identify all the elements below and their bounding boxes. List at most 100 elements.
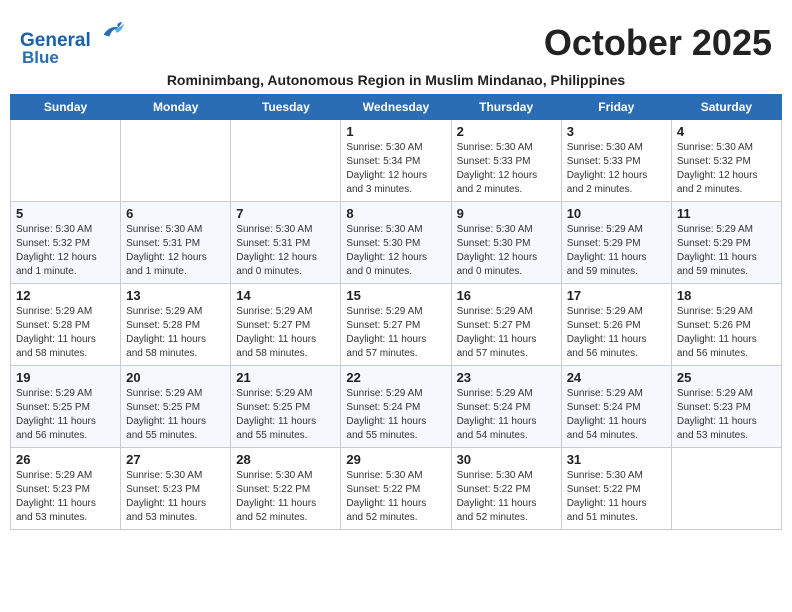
calendar-cell xyxy=(671,447,781,529)
calendar-cell: 27Sunrise: 5:30 AMSunset: 5:23 PMDayligh… xyxy=(121,447,231,529)
day-info: Sunrise: 5:29 AMSunset: 5:24 PMDaylight:… xyxy=(346,387,445,443)
day-info: Sunrise: 5:29 AMSunset: 5:29 PMDaylight:… xyxy=(567,223,666,279)
day-info: Sunrise: 5:30 AMSunset: 5:33 PMDaylight:… xyxy=(567,141,666,197)
calendar-cell: 4 Sunrise: 5:30 AMSunset: 5:32 PMDaylight… xyxy=(671,119,781,201)
days-of-week-row: SundayMondayTuesdayWednesdayThursdayFrid… xyxy=(11,94,782,119)
day-number: 15 xyxy=(346,288,445,303)
day-info: Sunrise: 5:30 AMSunset: 5:22 PMDaylight:… xyxy=(567,469,666,525)
calendar-cell: 22Sunrise: 5:29 AMSunset: 5:24 PMDayligh… xyxy=(341,365,451,447)
logo-bird-icon xyxy=(98,18,126,46)
calendar-week-2: 5 Sunrise: 5:30 AMSunset: 5:32 PMDaylight… xyxy=(11,201,782,283)
day-number: 24 xyxy=(567,370,666,385)
calendar-cell: 25 Sunrise: 5:29 AMSunset: 5:23 PMDayligh… xyxy=(671,365,781,447)
day-number: 7 xyxy=(236,206,335,221)
calendar-cell: 12Sunrise: 5:29 AMSunset: 5:28 PMDayligh… xyxy=(11,283,121,365)
day-number: 21 xyxy=(236,370,335,385)
day-info: Sunrise: 5:29 AMSunset: 5:27 PMDaylight:… xyxy=(346,305,445,361)
day-info: Sunrise: 5:29 AMSunset: 5:25 PMDaylight:… xyxy=(126,387,225,443)
dow-header-thursday: Thursday xyxy=(451,94,561,119)
day-number: 13 xyxy=(126,288,225,303)
calendar-cell: 16 Sunrise: 5:29 AMSunset: 5:27 PMDayligh… xyxy=(451,283,561,365)
day-number: 4 xyxy=(677,124,776,139)
day-info: Sunrise: 5:29 AMSunset: 5:25 PMDaylight:… xyxy=(236,387,335,443)
day-info: Sunrise: 5:30 AMSunset: 5:23 PMDaylight:… xyxy=(126,469,225,525)
calendar-cell: 19 Sunrise: 5:29 AMSunset: 5:25 PMDayligh… xyxy=(11,365,121,447)
calendar-cell: 21 Sunrise: 5:29 AMSunset: 5:25 PMDayligh… xyxy=(231,365,341,447)
day-number: 20 xyxy=(126,370,225,385)
day-info: Sunrise: 5:30 AMSunset: 5:22 PMDaylight:… xyxy=(457,469,556,525)
logo: General Blue xyxy=(20,18,126,68)
day-info: Sunrise: 5:29 AMSunset: 5:26 PMDaylight:… xyxy=(567,305,666,361)
calendar-body: 1 Sunrise: 5:30 AMSunset: 5:34 PMDaylight… xyxy=(11,119,782,529)
dow-header-monday: Monday xyxy=(121,94,231,119)
day-info: Sunrise: 5:30 AMSunset: 5:31 PMDaylight:… xyxy=(236,223,335,279)
day-info: Sunrise: 5:30 AMSunset: 5:30 PMDaylight:… xyxy=(346,223,445,279)
day-number: 29 xyxy=(346,452,445,467)
day-number: 28 xyxy=(236,452,335,467)
day-number: 8 xyxy=(346,206,445,221)
day-number: 10 xyxy=(567,206,666,221)
day-info: Sunrise: 5:30 AMSunset: 5:32 PMDaylight:… xyxy=(677,141,776,197)
day-info: Sunrise: 5:30 AMSunset: 5:22 PMDaylight:… xyxy=(346,469,445,525)
calendar-cell: 30Sunrise: 5:30 AMSunset: 5:22 PMDayligh… xyxy=(451,447,561,529)
calendar-cell: 20 Sunrise: 5:29 AMSunset: 5:25 PMDayligh… xyxy=(121,365,231,447)
day-number: 5 xyxy=(16,206,115,221)
day-info: Sunrise: 5:29 AMSunset: 5:25 PMDaylight:… xyxy=(16,387,115,443)
day-info: Sunrise: 5:29 AMSunset: 5:24 PMDaylight:… xyxy=(457,387,556,443)
day-info: Sunrise: 5:29 AMSunset: 5:29 PMDaylight:… xyxy=(677,223,776,279)
calendar-cell: 31 Sunrise: 5:30 AMSunset: 5:22 PMDayligh… xyxy=(561,447,671,529)
calendar-cell: 6Sunrise: 5:30 AMSunset: 5:31 PMDaylight… xyxy=(121,201,231,283)
calendar-cell: 11 Sunrise: 5:29 AMSunset: 5:29 PMDayligh… xyxy=(671,201,781,283)
calendar-cell: 17 Sunrise: 5:29 AMSunset: 5:26 PMDayligh… xyxy=(561,283,671,365)
day-number: 26 xyxy=(16,452,115,467)
dow-header-sunday: Sunday xyxy=(11,94,121,119)
day-info: Sunrise: 5:29 AMSunset: 5:26 PMDaylight:… xyxy=(677,305,776,361)
calendar-cell: 26 Sunrise: 5:29 AMSunset: 5:23 PMDayligh… xyxy=(11,447,121,529)
day-number: 9 xyxy=(457,206,556,221)
dow-header-tuesday: Tuesday xyxy=(231,94,341,119)
day-number: 19 xyxy=(16,370,115,385)
dow-header-friday: Friday xyxy=(561,94,671,119)
day-number: 16 xyxy=(457,288,556,303)
day-number: 31 xyxy=(567,452,666,467)
day-number: 11 xyxy=(677,206,776,221)
day-info: Sunrise: 5:30 AMSunset: 5:31 PMDaylight:… xyxy=(126,223,225,279)
day-number: 3 xyxy=(567,124,666,139)
calendar-week-5: 26 Sunrise: 5:29 AMSunset: 5:23 PMDayligh… xyxy=(11,447,782,529)
day-number: 14 xyxy=(236,288,335,303)
calendar-cell: 5 Sunrise: 5:30 AMSunset: 5:32 PMDaylight… xyxy=(11,201,121,283)
calendar-cell: 13 Sunrise: 5:29 AMSunset: 5:28 PMDayligh… xyxy=(121,283,231,365)
calendar-cell: 8 Sunrise: 5:30 AMSunset: 5:30 PMDaylight… xyxy=(341,201,451,283)
logo-text: General xyxy=(20,18,126,52)
day-info: Sunrise: 5:29 AMSunset: 5:28 PMDaylight:… xyxy=(126,305,225,361)
day-info: Sunrise: 5:29 AMSunset: 5:23 PMDaylight:… xyxy=(16,469,115,525)
day-number: 1 xyxy=(346,124,445,139)
day-info: Sunrise: 5:29 AMSunset: 5:27 PMDaylight:… xyxy=(236,305,335,361)
day-number: 25 xyxy=(677,370,776,385)
calendar-cell: 1 Sunrise: 5:30 AMSunset: 5:34 PMDaylight… xyxy=(341,119,451,201)
calendar-week-3: 12Sunrise: 5:29 AMSunset: 5:28 PMDayligh… xyxy=(11,283,782,365)
day-number: 23 xyxy=(457,370,556,385)
page-header: General Blue October 2025 xyxy=(10,10,782,70)
calendar-cell: 7 Sunrise: 5:30 AMSunset: 5:31 PMDaylight… xyxy=(231,201,341,283)
calendar-cell: 9 Sunrise: 5:30 AMSunset: 5:30 PMDaylight… xyxy=(451,201,561,283)
day-info: Sunrise: 5:30 AMSunset: 5:30 PMDaylight:… xyxy=(457,223,556,279)
day-info: Sunrise: 5:29 AMSunset: 5:27 PMDaylight:… xyxy=(457,305,556,361)
month-title: October 2025 xyxy=(544,22,772,64)
calendar-cell xyxy=(121,119,231,201)
day-info: Sunrise: 5:30 AMSunset: 5:34 PMDaylight:… xyxy=(346,141,445,197)
calendar-week-1: 1 Sunrise: 5:30 AMSunset: 5:34 PMDaylight… xyxy=(11,119,782,201)
day-number: 17 xyxy=(567,288,666,303)
day-info: Sunrise: 5:30 AMSunset: 5:22 PMDaylight:… xyxy=(236,469,335,525)
calendar-cell: 2Sunrise: 5:30 AMSunset: 5:33 PMDaylight… xyxy=(451,119,561,201)
calendar-cell: 10 Sunrise: 5:29 AMSunset: 5:29 PMDayligh… xyxy=(561,201,671,283)
day-info: Sunrise: 5:29 AMSunset: 5:23 PMDaylight:… xyxy=(677,387,776,443)
day-number: 2 xyxy=(457,124,556,139)
day-info: Sunrise: 5:30 AMSunset: 5:32 PMDaylight:… xyxy=(16,223,115,279)
day-number: 18 xyxy=(677,288,776,303)
calendar-cell: 29 Sunrise: 5:30 AMSunset: 5:22 PMDayligh… xyxy=(341,447,451,529)
calendar-subtitle: Rominimbang, Autonomous Region in Muslim… xyxy=(10,72,782,88)
day-info: Sunrise: 5:29 AMSunset: 5:24 PMDaylight:… xyxy=(567,387,666,443)
calendar-cell: 15 Sunrise: 5:29 AMSunset: 5:27 PMDayligh… xyxy=(341,283,451,365)
calendar-cell: 3 Sunrise: 5:30 AMSunset: 5:33 PMDaylight… xyxy=(561,119,671,201)
